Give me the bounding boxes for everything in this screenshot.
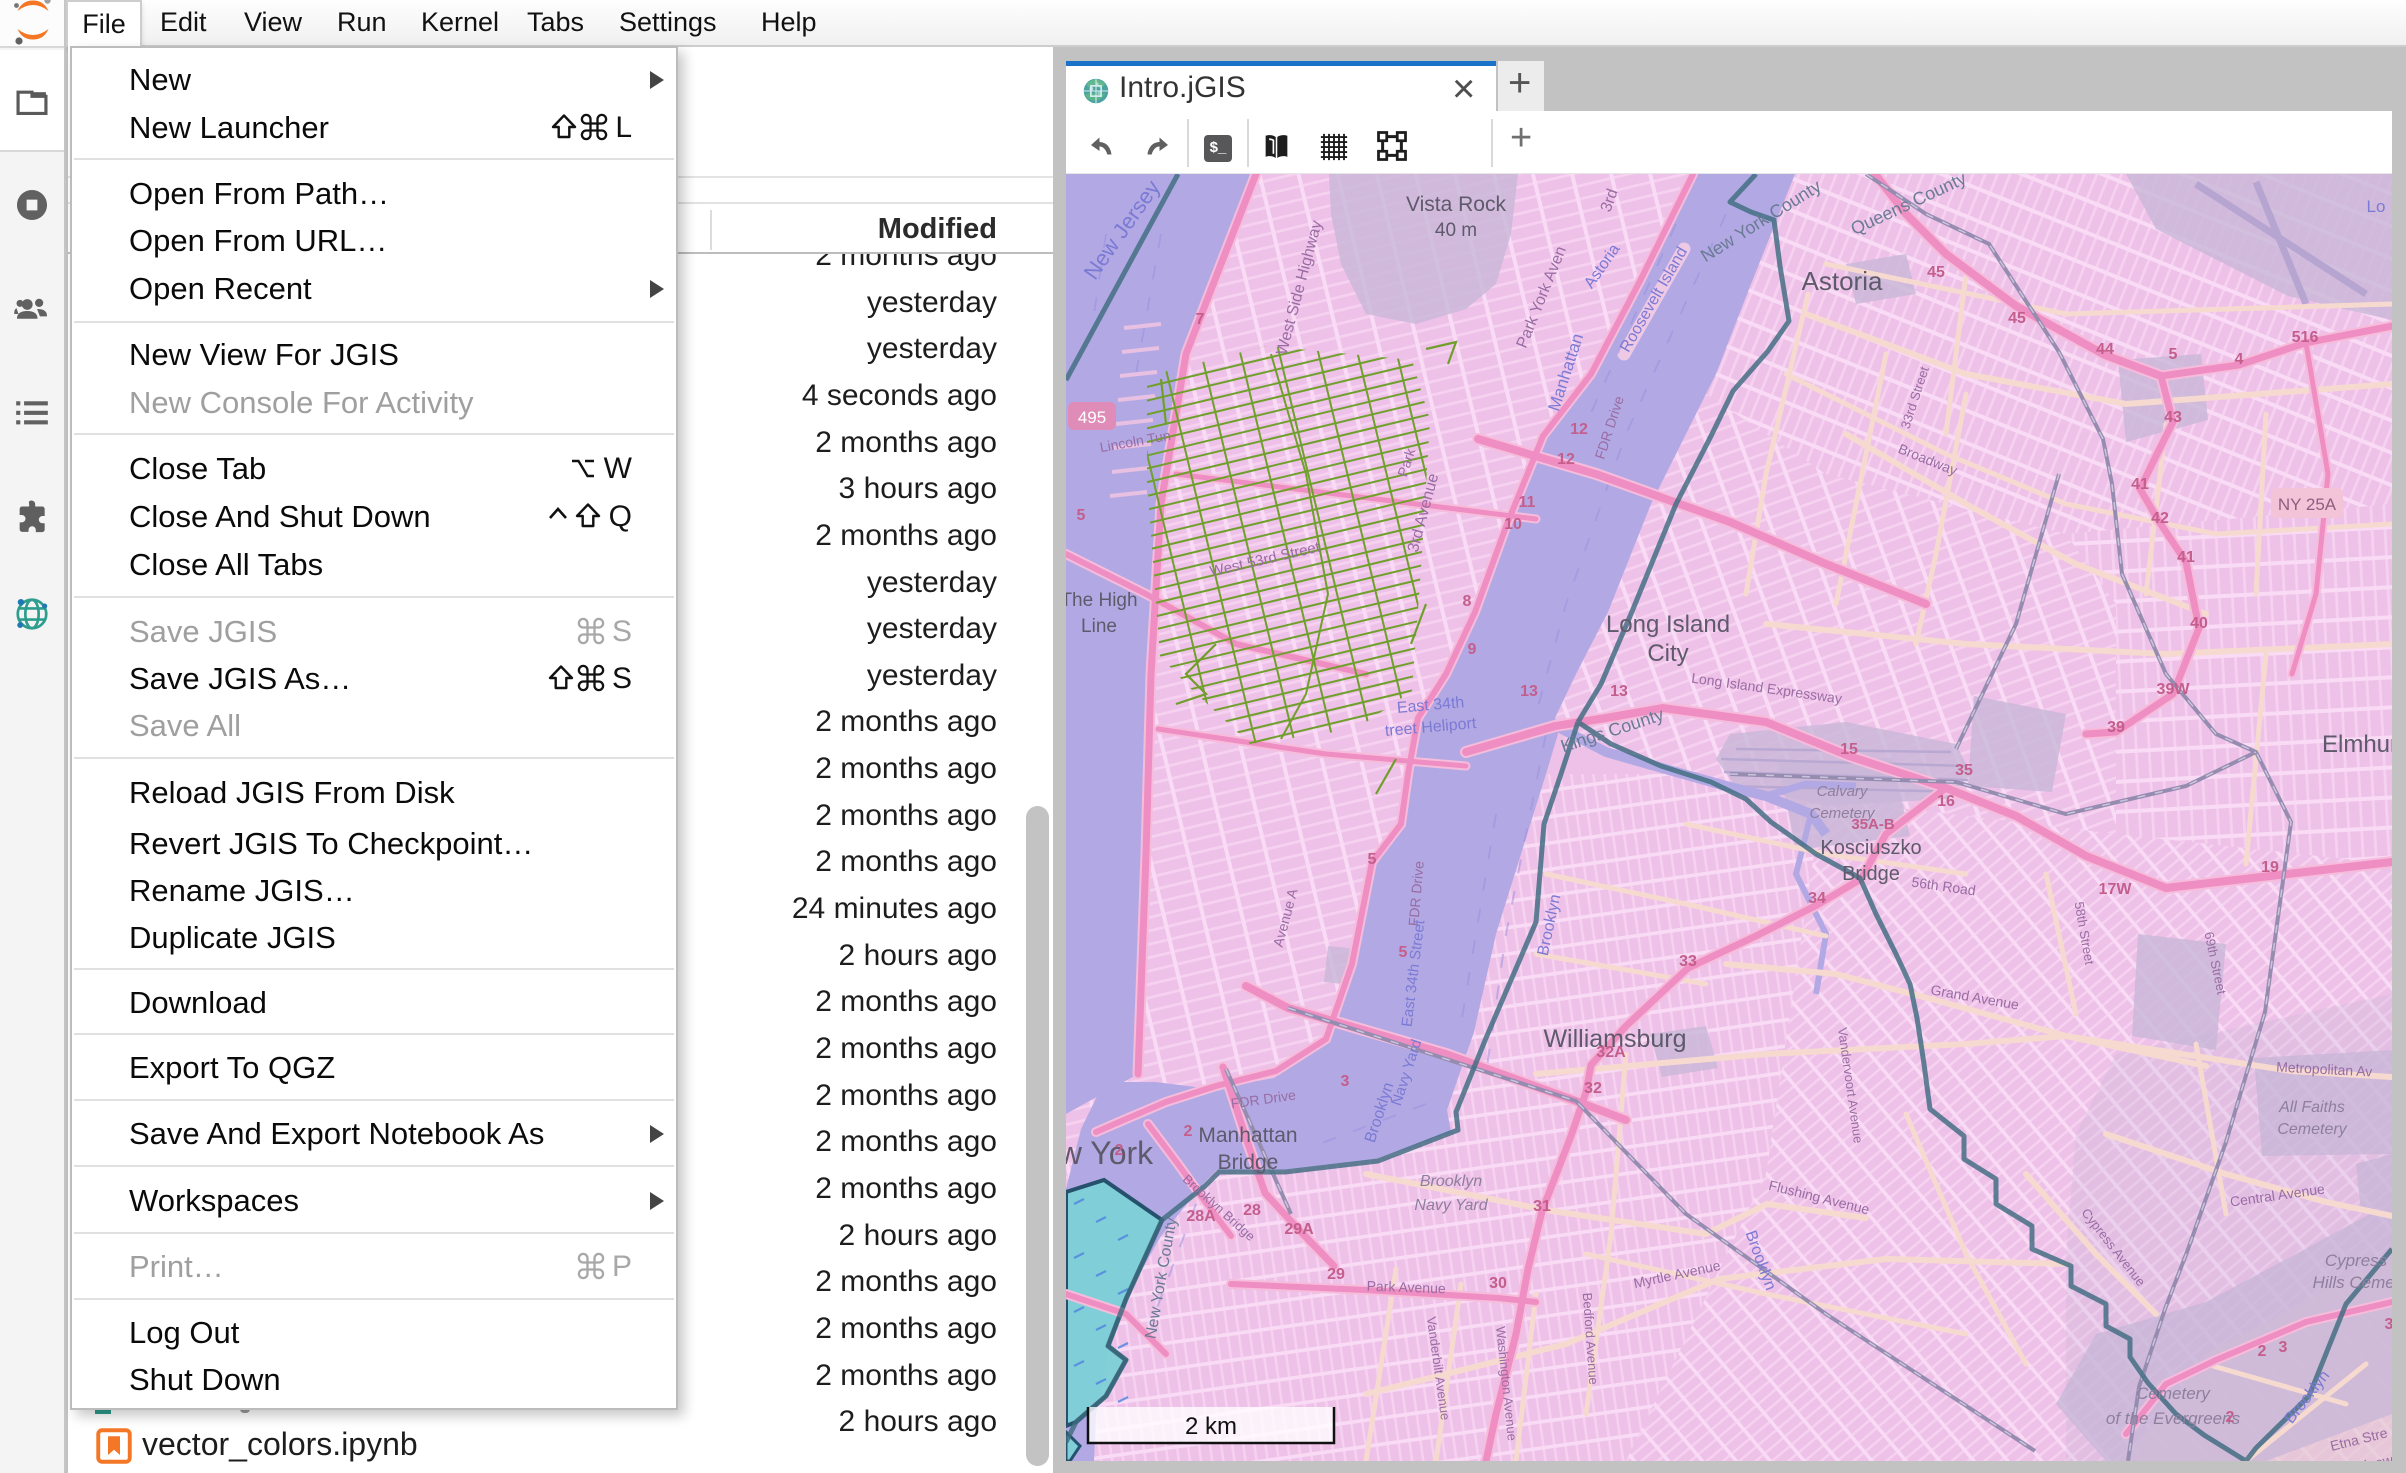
svg-text:5: 5 [1368, 851, 1377, 868]
svg-text:2: 2 [2258, 1343, 2267, 1360]
svg-text:12: 12 [1557, 451, 1575, 468]
svg-text:16: 16 [1937, 793, 1955, 810]
svg-text:9: 9 [1468, 641, 1477, 658]
svg-text:2: 2 [1184, 1123, 1193, 1140]
svg-text:3: 3 [1341, 1073, 1350, 1090]
svg-text:Bridge: Bridge [1842, 863, 1900, 885]
svg-text:28A: 28A [1186, 1208, 1216, 1225]
svg-text:of the Evergreens: of the Evergreens [2106, 1409, 2241, 1428]
svg-text:45: 45 [2008, 310, 2026, 327]
svg-text:Bridge: Bridge [1218, 1151, 1279, 1174]
svg-text:29A: 29A [1284, 1221, 1314, 1238]
svg-text:495: 495 [1078, 408, 1106, 427]
svg-text:4: 4 [2235, 351, 2244, 368]
svg-text:Cemetery: Cemetery [2136, 1384, 2211, 1403]
svg-text:40 m: 40 m [1435, 220, 1477, 241]
svg-text:34: 34 [1808, 890, 1826, 907]
svg-text:Cypress: Cypress [2325, 1251, 2388, 1270]
svg-text:Cemetery: Cemetery [1809, 805, 1876, 822]
svg-text:Astoria: Astoria [1802, 266, 1883, 296]
svg-text:Calvary: Calvary [1817, 783, 1869, 800]
svg-text:8: 8 [1463, 593, 1472, 610]
svg-text:Elmhurs: Elmhurs [2322, 731, 2392, 758]
svg-text:45: 45 [1927, 264, 1945, 281]
svg-text:39: 39 [2107, 719, 2125, 736]
svg-text:Vista Rock: Vista Rock [1406, 193, 1506, 216]
svg-text:11: 11 [1519, 494, 1536, 511]
svg-text:19: 19 [2261, 859, 2279, 876]
svg-text:All Faiths: All Faiths [2278, 1099, 2345, 1116]
svg-text:2 km: 2 km [1185, 1413, 1237, 1440]
svg-text:Manhattan: Manhattan [1198, 1124, 1297, 1147]
svg-text:2: 2 [2226, 1409, 2235, 1426]
svg-text:33: 33 [1679, 953, 1697, 970]
svg-text:7: 7 [1196, 311, 1205, 328]
svg-text:3: 3 [2385, 1316, 2392, 1333]
svg-text:17W: 17W [2099, 881, 2133, 898]
svg-text:The High: The High [1066, 590, 1138, 611]
svg-text:31: 31 [1533, 1198, 1551, 1215]
svg-text:516: 516 [2292, 329, 2319, 346]
svg-text:40: 40 [2190, 615, 2208, 632]
svg-text:41: 41 [2131, 476, 2149, 493]
svg-text:12: 12 [1570, 421, 1588, 438]
svg-text:39W: 39W [2157, 681, 2191, 698]
svg-text:Lo: Lo [2367, 197, 2386, 216]
svg-text:w York: w York [1066, 1135, 1154, 1171]
svg-text:3: 3 [2279, 1339, 2288, 1356]
svg-text:41: 41 [2177, 549, 2195, 566]
svg-text:29: 29 [1327, 1266, 1345, 1283]
svg-text:5: 5 [2169, 346, 2178, 363]
svg-text:Kosciuszko: Kosciuszko [1820, 837, 1921, 859]
svg-text:13: 13 [1520, 683, 1538, 700]
svg-text:28: 28 [1243, 1202, 1261, 1219]
svg-text:32: 32 [1584, 1080, 1602, 1097]
svg-text:43: 43 [2164, 409, 2182, 426]
svg-text:Brooklyn: Brooklyn [1420, 1173, 1482, 1190]
svg-text:City: City [1647, 640, 1688, 667]
svg-text:42: 42 [2151, 510, 2169, 527]
svg-text:15: 15 [1840, 741, 1858, 758]
svg-text:44: 44 [2096, 341, 2114, 358]
svg-text:5: 5 [1077, 507, 1086, 524]
svg-text:2: 2 [1115, 1142, 1124, 1159]
svg-text:Line: Line [1081, 616, 1117, 637]
svg-text:Long Island: Long Island [1606, 611, 1730, 638]
svg-text:35: 35 [1955, 762, 1973, 779]
svg-text:13: 13 [1610, 683, 1628, 700]
svg-text:10: 10 [1504, 516, 1522, 533]
svg-text:Cemetery: Cemetery [2277, 1121, 2347, 1138]
svg-text:NY 25A: NY 25A [2278, 495, 2337, 514]
svg-text:Hills Cemet: Hills Cemet [2313, 1273, 2392, 1292]
svg-text:30: 30 [1489, 1275, 1507, 1292]
svg-text:32A: 32A [1596, 1044, 1626, 1061]
svg-text:Park Avenue: Park Avenue [1366, 1278, 1446, 1297]
svg-text:5: 5 [1399, 944, 1408, 961]
svg-text:Navy Yard: Navy Yard [1414, 1197, 1488, 1214]
